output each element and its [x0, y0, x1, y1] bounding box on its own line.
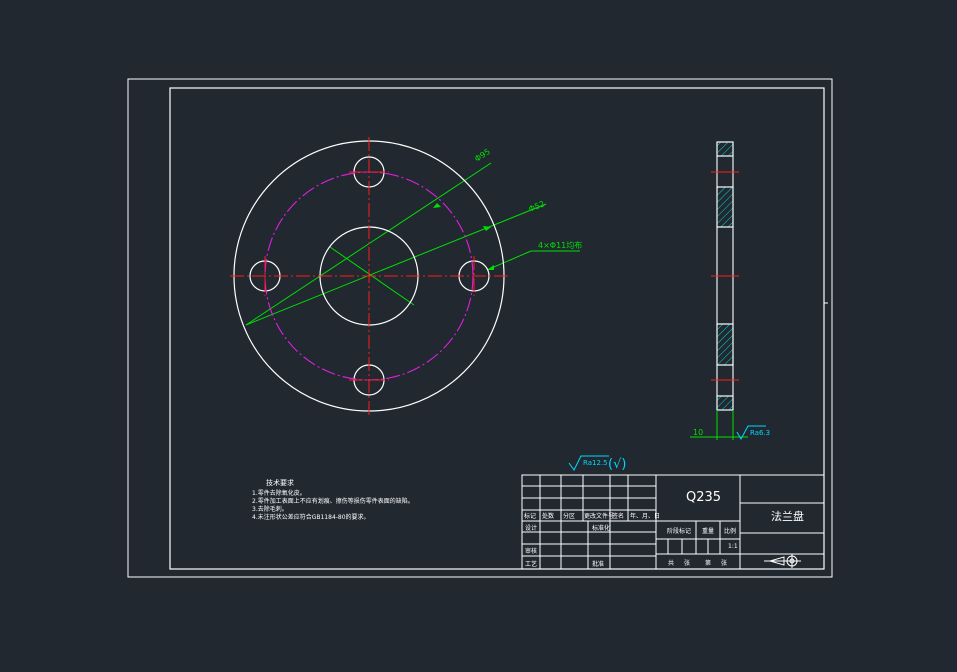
- scale-value: 1:1: [728, 543, 738, 550]
- hatch-lower: [716, 323, 734, 366]
- header-mark: 标记: [524, 512, 536, 520]
- flange-side-section[interactable]: 10 Ra6.3: [690, 141, 770, 441]
- weight-label: 重量: [702, 527, 714, 535]
- tech-req-item: 1.零件去除氧化皮。: [252, 489, 306, 497]
- hatch-bottom: [716, 395, 734, 411]
- roughness-text-general: Ra12.5: [583, 459, 608, 467]
- tech-req-item: 3.去除毛刺。: [252, 505, 288, 513]
- sheets-total-suffix: 张: [684, 559, 690, 567]
- standardize-label: 标准化: [592, 524, 610, 532]
- dim-text-pitch: Φ52: [527, 199, 546, 214]
- ratio-label: 比例: [724, 527, 736, 535]
- technical-requirements: 技术要求 1.零件去除氧化皮。 2.零件加工表面上不应有划痕、擦伤等损伤零件表面…: [252, 478, 414, 521]
- roughness-text-general-suffix: (√): [608, 457, 626, 472]
- header-sign: 签名: [612, 512, 624, 520]
- approve-label: 批准: [592, 560, 604, 568]
- review-label: 审核: [525, 547, 537, 555]
- stage-label: 阶段标记: [667, 527, 691, 535]
- design-label: 设计: [525, 524, 537, 532]
- hatch-top: [716, 141, 734, 157]
- process-label: 工艺: [525, 560, 537, 568]
- dim-text-outer: Φ95: [473, 147, 492, 164]
- arrow-outer: [433, 203, 441, 208]
- sheets-current-suffix: 张: [721, 559, 727, 567]
- flange-front-view[interactable]: Φ95 Φ52 4×Φ11均布: [230, 137, 582, 415]
- header-zone: 分区: [563, 512, 575, 520]
- dim-text-holes: 4×Φ11均布: [538, 240, 582, 250]
- header-count: 处数: [542, 512, 554, 520]
- projection-symbol: [764, 554, 801, 568]
- tech-req-title: 技术要求: [266, 478, 294, 487]
- sheets-current-prefix: 第: [705, 559, 711, 567]
- cad-drawing-canvas[interactable]: Φ95 Φ52 4×Φ11均布 10 Ra6.3 Ra12.5 (√) 技术要求…: [0, 0, 957, 672]
- hatch-upper: [716, 186, 734, 228]
- general-roughness: Ra12.5 (√): [568, 455, 626, 472]
- header-change-doc: 更改文件号: [584, 512, 614, 520]
- material: Q235: [686, 490, 721, 505]
- roughness-text-side: Ra6.3: [750, 429, 770, 437]
- tech-req-item: 4.未注形状公差应符合GB1184-80的要求。: [252, 513, 370, 521]
- sheets-total-prefix: 共: [668, 559, 674, 567]
- title-block[interactable]: 标记 处数 分区 更改文件号 签名 年、月、日 设计 标准化 审核 工艺 批准 …: [521, 474, 825, 570]
- dim-text-thickness: 10: [693, 428, 703, 437]
- part-name: 法兰盘: [771, 509, 804, 523]
- tech-req-item: 2.零件加工表面上不应有划痕、擦伤等损伤零件表面的缺陷。: [252, 497, 414, 505]
- header-date: 年、月、日: [630, 512, 660, 520]
